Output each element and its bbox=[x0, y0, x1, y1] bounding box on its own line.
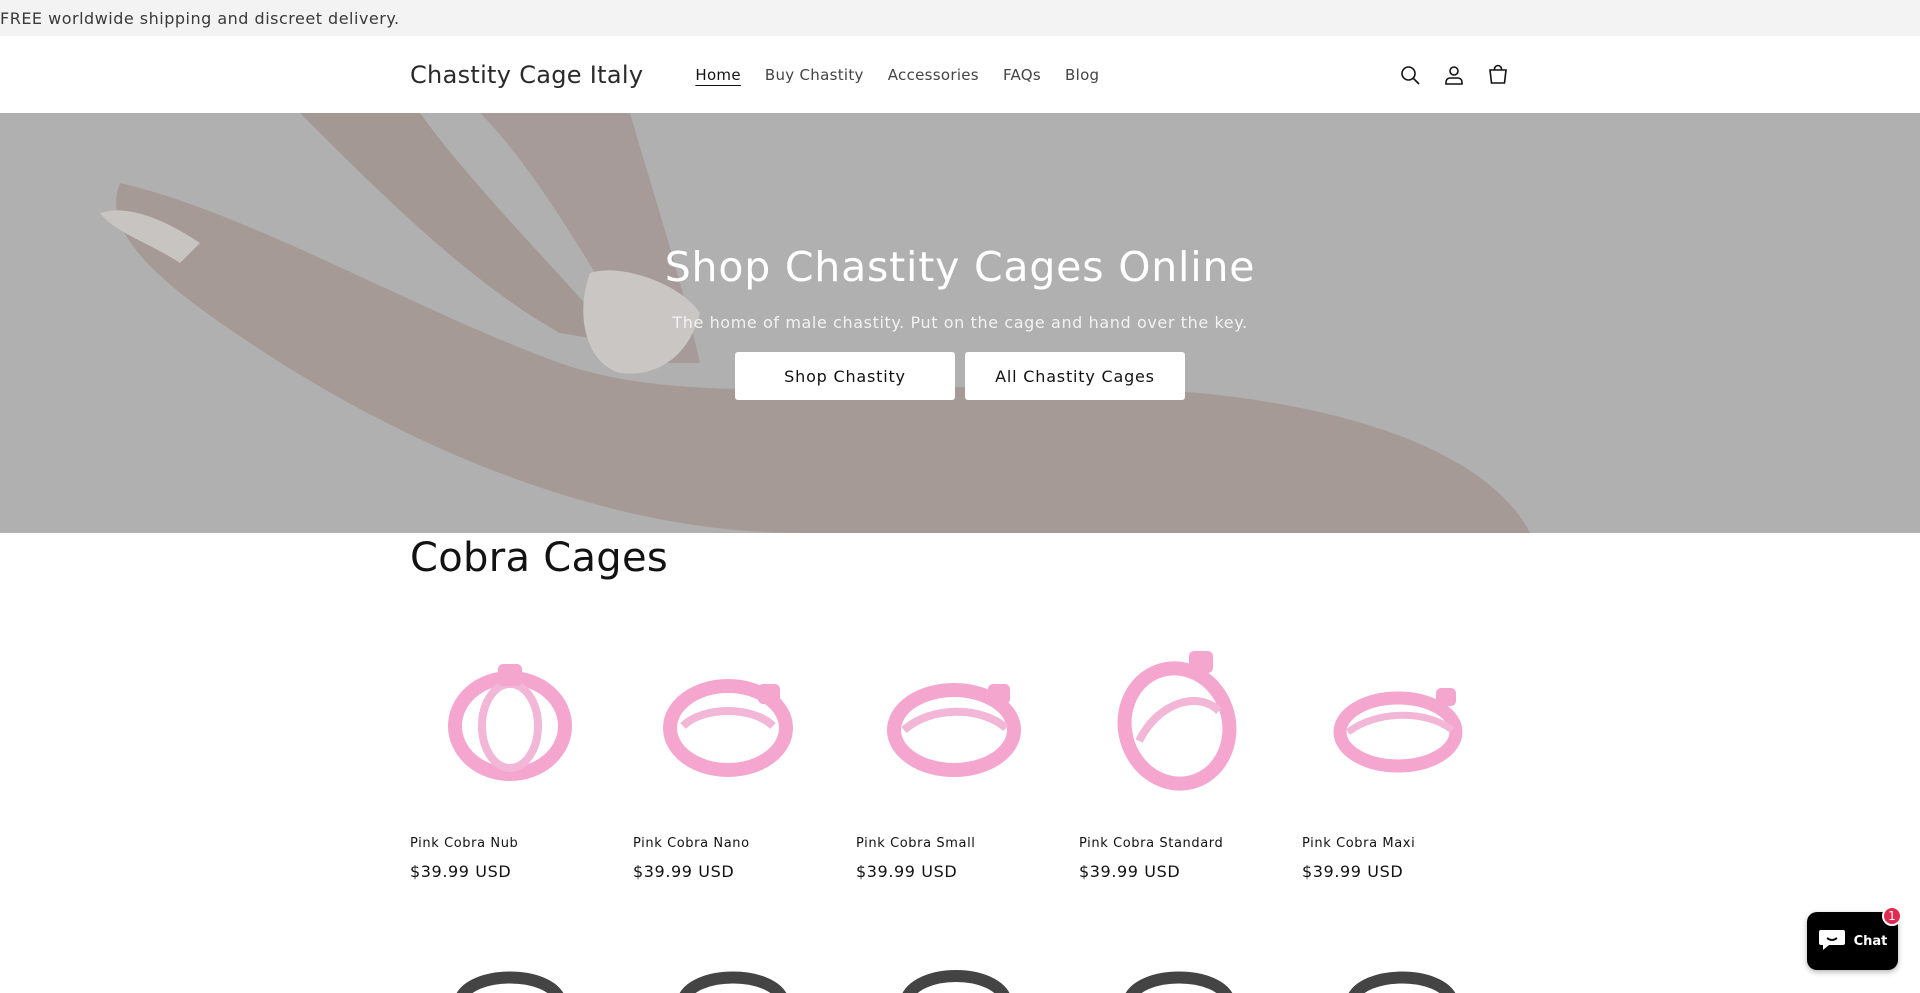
chat-label: Chat bbox=[1853, 933, 1888, 949]
chat-icon bbox=[1818, 927, 1846, 955]
product-card[interactable]: Pink Cobra Nano $39.99 USD bbox=[633, 616, 833, 881]
product-grid: Pink Cobra Nub $39.99 USD Pink Cobra Nan… bbox=[410, 616, 1510, 881]
product-title[interactable]: Pink Cobra Maxi bbox=[1302, 836, 1502, 851]
main-nav: Home Buy Chastity Accessories FAQs Blog bbox=[683, 66, 1111, 84]
product-title[interactable]: Pink Cobra Nano bbox=[633, 836, 833, 851]
product-image[interactable] bbox=[410, 960, 610, 993]
product-image[interactable] bbox=[1079, 960, 1279, 993]
product-price: $39.99 USD bbox=[633, 862, 735, 881]
product-image[interactable] bbox=[633, 616, 833, 816]
product-title[interactable]: Pink Cobra Nub bbox=[410, 836, 610, 851]
cart-icon[interactable] bbox=[1486, 63, 1510, 87]
product-card[interactable]: Pink Cobra Small $39.99 USD bbox=[856, 616, 1056, 881]
product-price: $39.99 USD bbox=[1302, 862, 1404, 881]
collection-title: Cobra Cages bbox=[410, 535, 669, 581]
header-icons bbox=[1398, 63, 1510, 87]
search-icon[interactable] bbox=[1398, 63, 1422, 87]
product-title[interactable]: Pink Cobra Small bbox=[856, 836, 1056, 851]
nav-faqs[interactable]: FAQs bbox=[991, 66, 1053, 84]
product-image[interactable] bbox=[1302, 616, 1502, 816]
product-price: $39.99 USD bbox=[1079, 862, 1181, 881]
product-card[interactable]: Pink Cobra Nub $39.99 USD bbox=[410, 616, 610, 881]
announcement-text: FREE worldwide shipping and discreet del… bbox=[0, 8, 400, 28]
nav-buy-chastity[interactable]: Buy Chastity bbox=[753, 66, 876, 84]
product-title[interactable]: Pink Cobra Standard bbox=[1079, 836, 1279, 851]
product-card[interactable]: Pink Cobra Maxi $39.99 USD bbox=[1302, 616, 1502, 881]
hero-subtitle: The home of male chastity. Put on the ca… bbox=[672, 313, 1248, 332]
next-product-row bbox=[410, 960, 1502, 993]
product-image[interactable] bbox=[633, 960, 833, 993]
all-chastity-cages-button[interactable]: All Chastity Cages bbox=[965, 352, 1185, 400]
shop-chastity-button[interactable]: Shop Chastity bbox=[735, 352, 955, 400]
chat-notification-badge: 1 bbox=[1882, 906, 1902, 926]
site-logo[interactable]: Chastity Cage Italy bbox=[410, 61, 643, 89]
product-image[interactable] bbox=[856, 960, 1056, 993]
product-image[interactable] bbox=[410, 616, 610, 816]
hero-banner: Shop Chastity Cages Online The home of m… bbox=[0, 113, 1920, 533]
chat-button[interactable]: Chat 1 bbox=[1807, 906, 1902, 970]
hero-title: Shop Chastity Cages Online bbox=[664, 243, 1256, 291]
announcement-bar: FREE worldwide shipping and discreet del… bbox=[0, 0, 1920, 36]
product-price: $39.99 USD bbox=[410, 862, 512, 881]
cobra-cages-collection: Cobra Cages Pink Cobra Nub $39.99 USD Pi… bbox=[410, 533, 1510, 881]
nav-home[interactable]: Home bbox=[683, 66, 753, 84]
product-price: $39.99 USD bbox=[856, 862, 958, 881]
product-image[interactable] bbox=[856, 616, 1056, 816]
product-image[interactable] bbox=[1079, 616, 1279, 816]
product-image[interactable] bbox=[1302, 960, 1502, 993]
nav-blog[interactable]: Blog bbox=[1053, 66, 1111, 84]
product-card[interactable]: Pink Cobra Standard $39.99 USD bbox=[1079, 616, 1279, 881]
account-icon[interactable] bbox=[1442, 63, 1466, 87]
site-header: Chastity Cage Italy Home Buy Chastity Ac… bbox=[0, 36, 1920, 113]
nav-accessories[interactable]: Accessories bbox=[876, 66, 991, 84]
